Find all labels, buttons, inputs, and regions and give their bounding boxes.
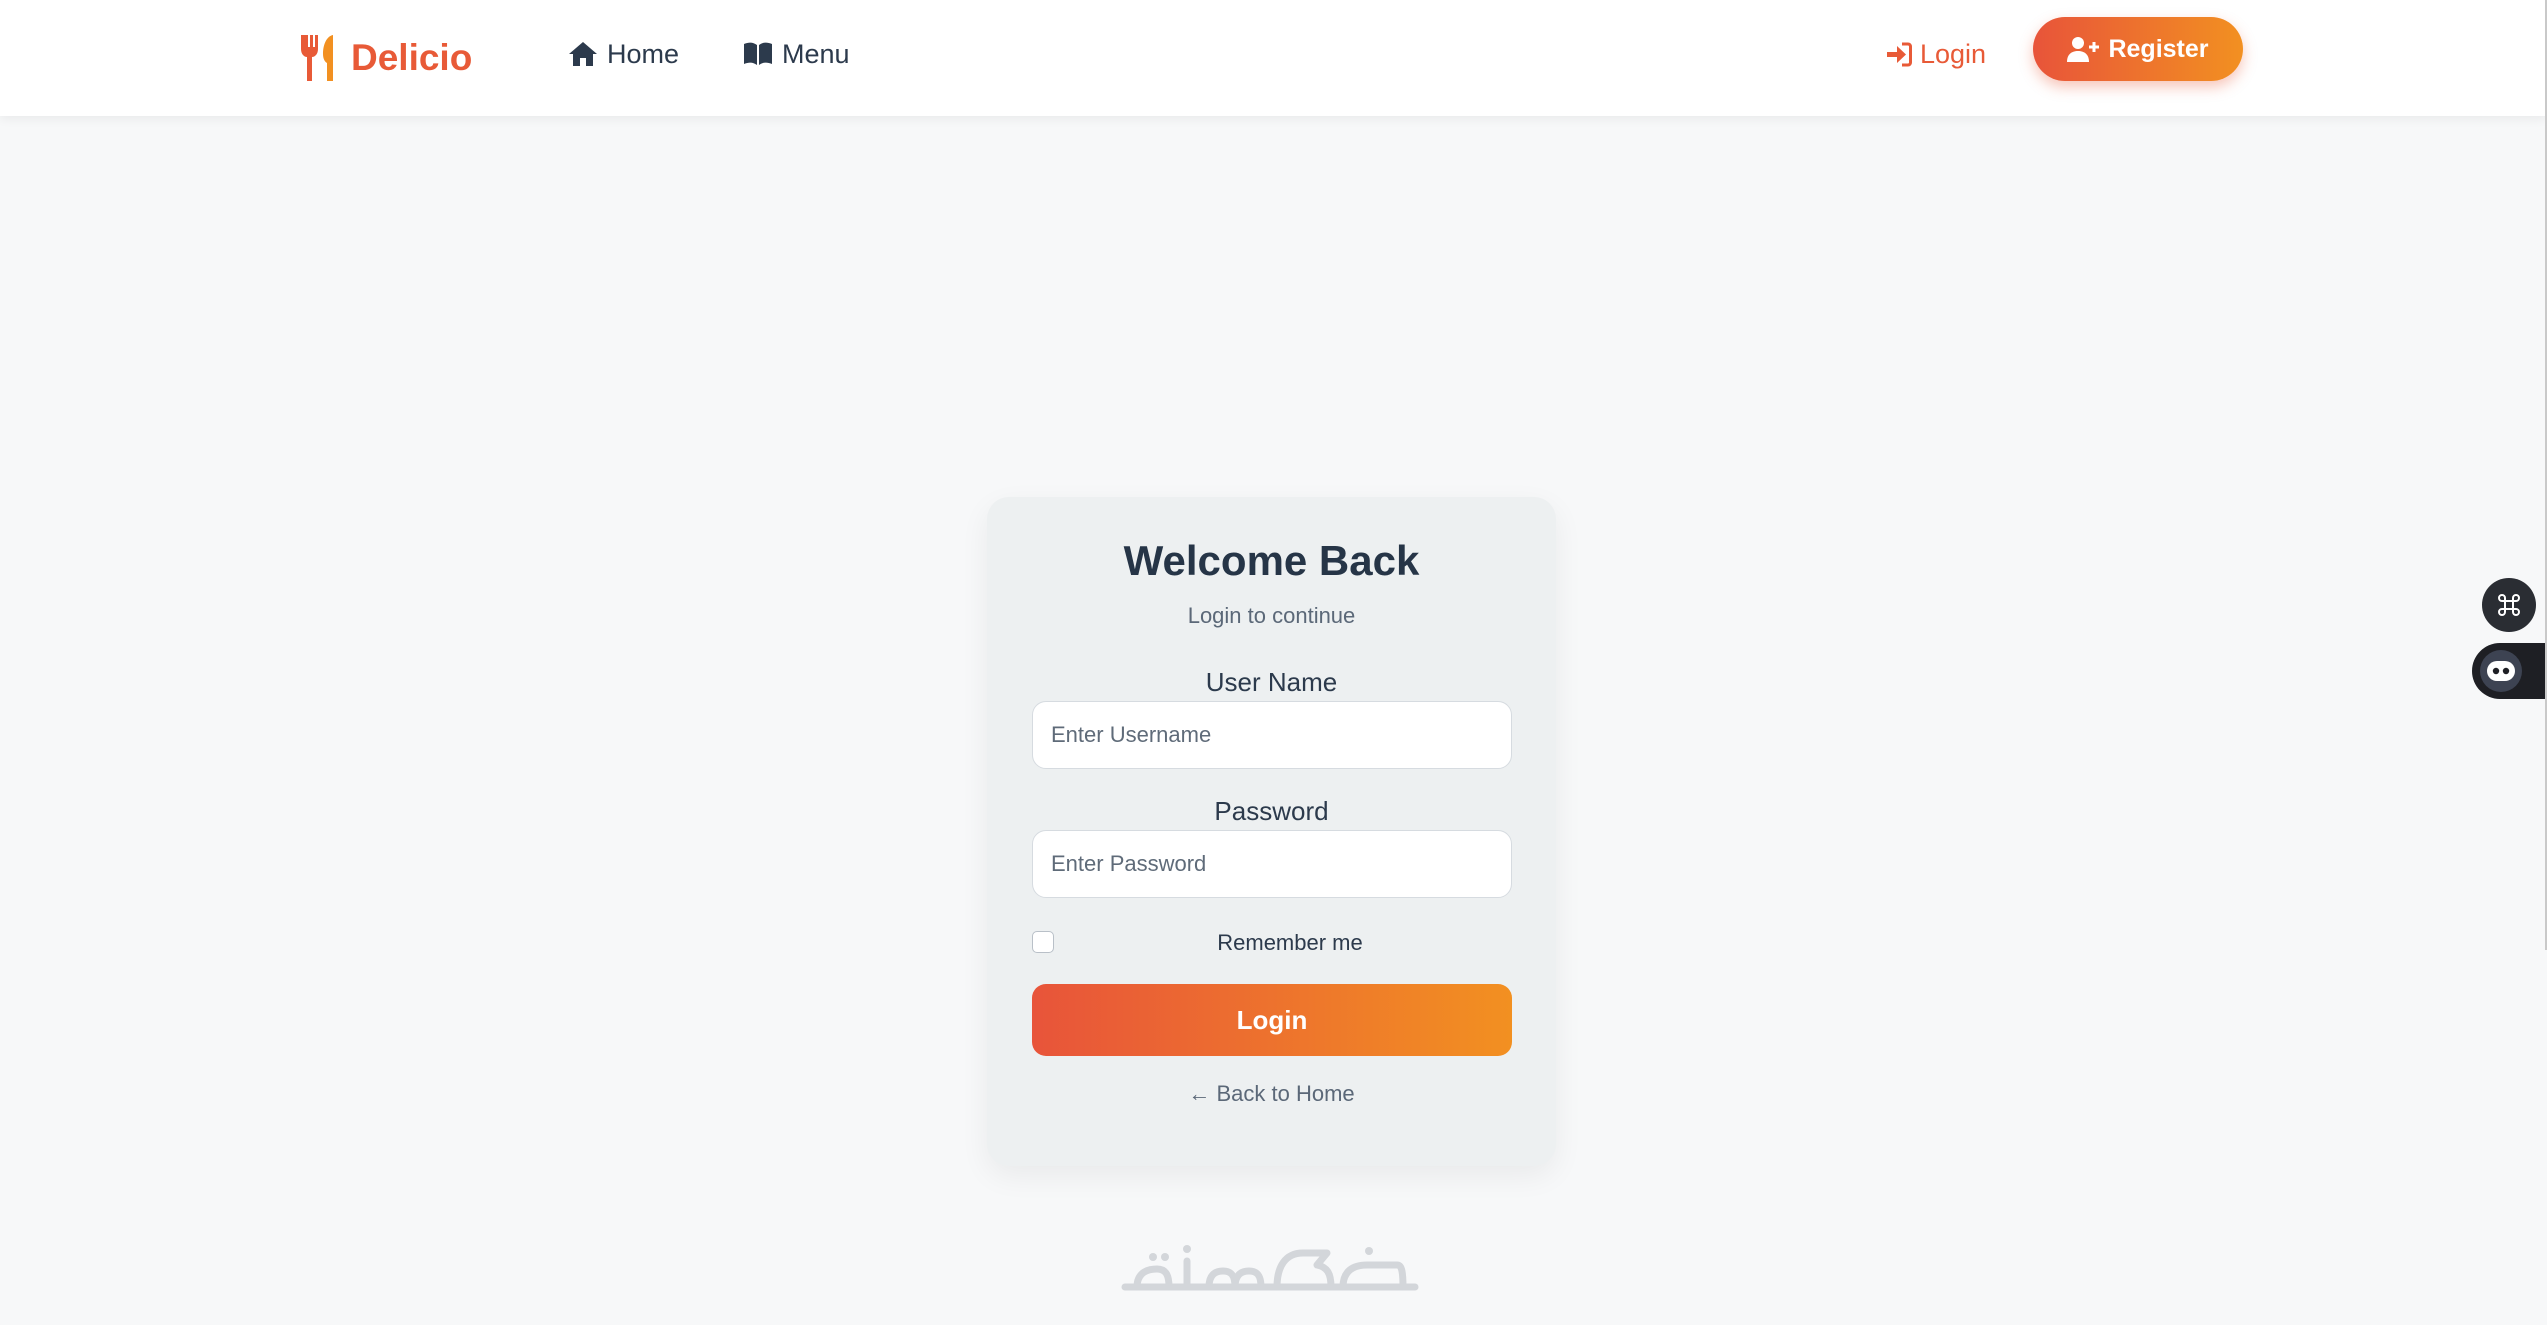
sign-in-icon xyxy=(1887,42,1912,66)
brand-logo[interactable]: Delicio xyxy=(297,28,472,88)
remember-me-row: Remember me xyxy=(1032,929,1512,957)
utensils-icon xyxy=(301,35,333,81)
remember-me-label: Remember me xyxy=(1217,930,1363,955)
password-input[interactable] xyxy=(1032,830,1512,898)
navbar: Delicio Home Menu Login Register xyxy=(0,0,2547,116)
robot-face-icon xyxy=(2480,650,2522,692)
assistant-widget-button[interactable] xyxy=(2472,643,2547,699)
book-open-icon xyxy=(744,42,772,65)
register-label: Register xyxy=(2108,34,2209,63)
password-label: Password xyxy=(1214,796,1329,826)
nav-login-label: Login xyxy=(1920,38,1987,69)
watermark-logo xyxy=(1121,1245,1419,1291)
login-title: Welcome Back xyxy=(1123,537,1420,584)
username-input[interactable] xyxy=(1032,701,1512,769)
user-plus-icon xyxy=(2067,36,2100,62)
remember-me-checkbox[interactable] xyxy=(1032,931,1054,953)
login-submit-label: Login xyxy=(1236,1004,1308,1035)
nav-home-label: Home xyxy=(607,38,680,69)
login-submit-button[interactable]: Login xyxy=(1032,984,1512,1056)
command-icon xyxy=(2498,594,2520,616)
login-card: Welcome Back Login to continue User Name… xyxy=(987,497,1556,1166)
nav-home-link[interactable]: Home xyxy=(568,32,679,76)
home-icon xyxy=(569,42,597,66)
register-button[interactable]: Register xyxy=(2033,17,2243,81)
brand-name: Delicio xyxy=(351,37,473,78)
back-to-home-link[interactable]: ← Back to Home xyxy=(987,1081,1556,1107)
login-subtitle: Login to continue xyxy=(1187,603,1356,628)
command-widget-button[interactable] xyxy=(2482,578,2536,632)
nav-menu-label: Menu xyxy=(782,38,850,69)
username-label: User Name xyxy=(1205,667,1338,697)
nav-login-link[interactable]: Login xyxy=(1885,32,1986,76)
nav-menu-link[interactable]: Menu xyxy=(743,32,850,76)
